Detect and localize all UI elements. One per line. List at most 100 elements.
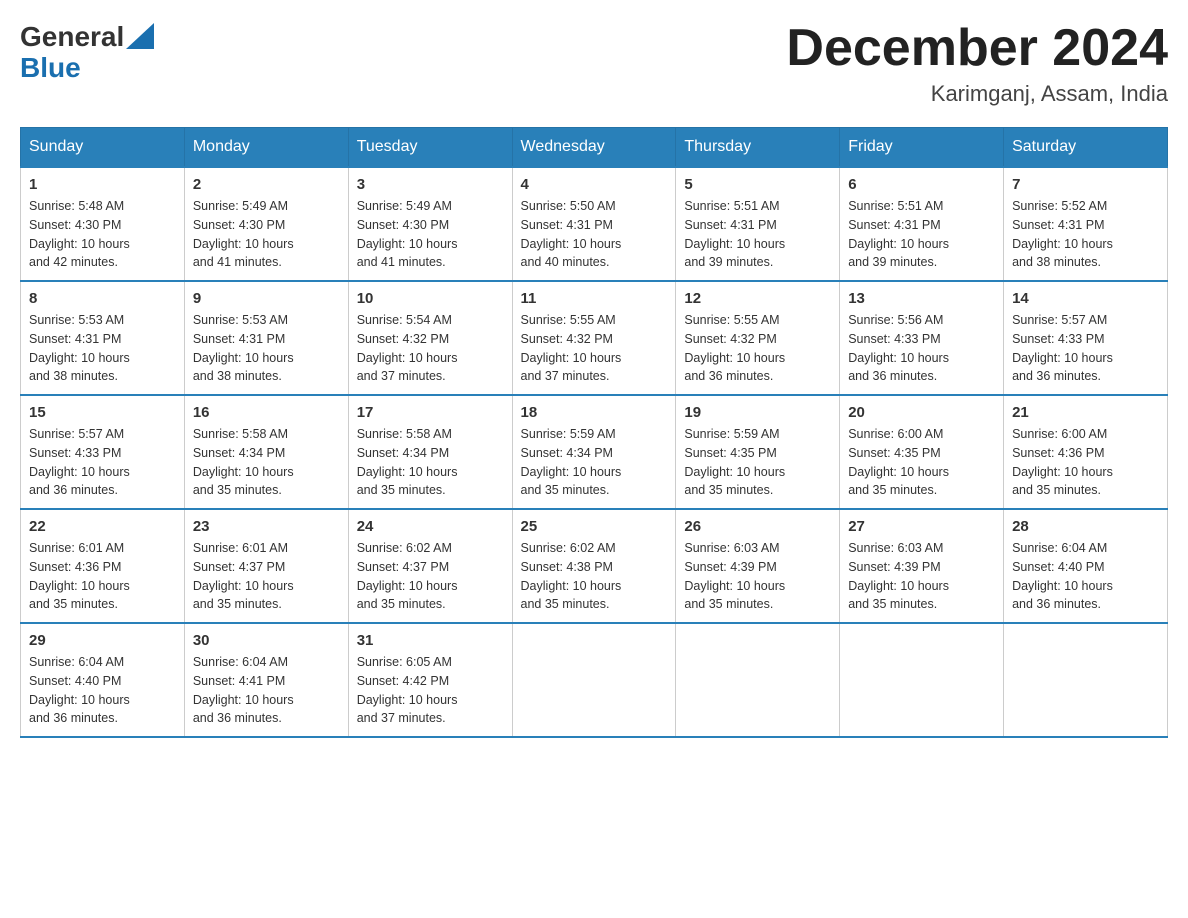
calendar-cell xyxy=(676,623,840,737)
week-row-4: 22 Sunrise: 6:01 AMSunset: 4:36 PMDaylig… xyxy=(21,509,1168,623)
calendar-cell: 27 Sunrise: 6:03 AMSunset: 4:39 PMDaylig… xyxy=(840,509,1004,623)
calendar-cell: 13 Sunrise: 5:56 AMSunset: 4:33 PMDaylig… xyxy=(840,281,1004,395)
title-area: December 2024 Karimganj, Assam, India xyxy=(786,20,1168,107)
day-info: Sunrise: 6:00 AMSunset: 4:35 PMDaylight:… xyxy=(848,427,949,497)
day-info: Sunrise: 5:53 AMSunset: 4:31 PMDaylight:… xyxy=(29,313,130,383)
day-info: Sunrise: 5:50 AMSunset: 4:31 PMDaylight:… xyxy=(521,199,622,269)
calendar-cell: 8 Sunrise: 5:53 AMSunset: 4:31 PMDayligh… xyxy=(21,281,185,395)
day-number: 27 xyxy=(848,518,995,535)
day-number: 7 xyxy=(1012,176,1159,193)
calendar-cell: 25 Sunrise: 6:02 AMSunset: 4:38 PMDaylig… xyxy=(512,509,676,623)
day-number: 23 xyxy=(193,518,340,535)
day-info: Sunrise: 5:58 AMSunset: 4:34 PMDaylight:… xyxy=(193,427,294,497)
day-number: 31 xyxy=(357,632,504,649)
day-info: Sunrise: 6:05 AMSunset: 4:42 PMDaylight:… xyxy=(357,655,458,725)
calendar-cell xyxy=(512,623,676,737)
day-info: Sunrise: 5:49 AMSunset: 4:30 PMDaylight:… xyxy=(357,199,458,269)
day-number: 1 xyxy=(29,176,176,193)
location-title: Karimganj, Assam, India xyxy=(786,81,1168,107)
day-number: 9 xyxy=(193,290,340,307)
month-title: December 2024 xyxy=(786,20,1168,77)
day-info: Sunrise: 5:59 AMSunset: 4:34 PMDaylight:… xyxy=(521,427,622,497)
calendar-cell: 15 Sunrise: 5:57 AMSunset: 4:33 PMDaylig… xyxy=(21,395,185,509)
header-monday: Monday xyxy=(184,128,348,168)
day-number: 14 xyxy=(1012,290,1159,307)
day-info: Sunrise: 6:03 AMSunset: 4:39 PMDaylight:… xyxy=(848,541,949,611)
day-info: Sunrise: 5:51 AMSunset: 4:31 PMDaylight:… xyxy=(684,199,785,269)
calendar-cell: 17 Sunrise: 5:58 AMSunset: 4:34 PMDaylig… xyxy=(348,395,512,509)
calendar-cell xyxy=(1004,623,1168,737)
calendar-cell: 1 Sunrise: 5:48 AMSunset: 4:30 PMDayligh… xyxy=(21,167,185,281)
calendar-cell: 19 Sunrise: 5:59 AMSunset: 4:35 PMDaylig… xyxy=(676,395,840,509)
calendar-cell xyxy=(840,623,1004,737)
day-number: 29 xyxy=(29,632,176,649)
day-info: Sunrise: 5:57 AMSunset: 4:33 PMDaylight:… xyxy=(1012,313,1113,383)
day-number: 15 xyxy=(29,404,176,421)
week-row-3: 15 Sunrise: 5:57 AMSunset: 4:33 PMDaylig… xyxy=(21,395,1168,509)
day-info: Sunrise: 6:02 AMSunset: 4:37 PMDaylight:… xyxy=(357,541,458,611)
day-info: Sunrise: 6:04 AMSunset: 4:41 PMDaylight:… xyxy=(193,655,294,725)
calendar-cell: 26 Sunrise: 6:03 AMSunset: 4:39 PMDaylig… xyxy=(676,509,840,623)
calendar-cell: 12 Sunrise: 5:55 AMSunset: 4:32 PMDaylig… xyxy=(676,281,840,395)
day-info: Sunrise: 6:03 AMSunset: 4:39 PMDaylight:… xyxy=(684,541,785,611)
day-number: 16 xyxy=(193,404,340,421)
header-thursday: Thursday xyxy=(676,128,840,168)
day-info: Sunrise: 5:49 AMSunset: 4:30 PMDaylight:… xyxy=(193,199,294,269)
week-row-5: 29 Sunrise: 6:04 AMSunset: 4:40 PMDaylig… xyxy=(21,623,1168,737)
day-number: 28 xyxy=(1012,518,1159,535)
day-number: 21 xyxy=(1012,404,1159,421)
calendar-cell: 7 Sunrise: 5:52 AMSunset: 4:31 PMDayligh… xyxy=(1004,167,1168,281)
header-wednesday: Wednesday xyxy=(512,128,676,168)
day-info: Sunrise: 5:57 AMSunset: 4:33 PMDaylight:… xyxy=(29,427,130,497)
day-number: 26 xyxy=(684,518,831,535)
header-saturday: Saturday xyxy=(1004,128,1168,168)
week-row-2: 8 Sunrise: 5:53 AMSunset: 4:31 PMDayligh… xyxy=(21,281,1168,395)
logo: General Blue xyxy=(20,20,154,84)
calendar-cell: 9 Sunrise: 5:53 AMSunset: 4:31 PMDayligh… xyxy=(184,281,348,395)
header-sunday: Sunday xyxy=(21,128,185,168)
week-row-1: 1 Sunrise: 5:48 AMSunset: 4:30 PMDayligh… xyxy=(21,167,1168,281)
day-info: Sunrise: 5:59 AMSunset: 4:35 PMDaylight:… xyxy=(684,427,785,497)
calendar-header-row: SundayMondayTuesdayWednesdayThursdayFrid… xyxy=(21,128,1168,168)
calendar-cell: 11 Sunrise: 5:55 AMSunset: 4:32 PMDaylig… xyxy=(512,281,676,395)
day-number: 13 xyxy=(848,290,995,307)
calendar-cell: 21 Sunrise: 6:00 AMSunset: 4:36 PMDaylig… xyxy=(1004,395,1168,509)
day-info: Sunrise: 5:48 AMSunset: 4:30 PMDaylight:… xyxy=(29,199,130,269)
day-info: Sunrise: 6:02 AMSunset: 4:38 PMDaylight:… xyxy=(521,541,622,611)
day-number: 12 xyxy=(684,290,831,307)
calendar-cell: 4 Sunrise: 5:50 AMSunset: 4:31 PMDayligh… xyxy=(512,167,676,281)
day-number: 3 xyxy=(357,176,504,193)
day-number: 22 xyxy=(29,518,176,535)
day-number: 19 xyxy=(684,404,831,421)
day-info: Sunrise: 5:55 AMSunset: 4:32 PMDaylight:… xyxy=(684,313,785,383)
day-number: 2 xyxy=(193,176,340,193)
day-number: 30 xyxy=(193,632,340,649)
page-header: General Blue December 2024 Karimganj, As… xyxy=(20,20,1168,107)
day-number: 17 xyxy=(357,404,504,421)
calendar-cell: 6 Sunrise: 5:51 AMSunset: 4:31 PMDayligh… xyxy=(840,167,1004,281)
day-info: Sunrise: 6:04 AMSunset: 4:40 PMDaylight:… xyxy=(29,655,130,725)
calendar-cell: 31 Sunrise: 6:05 AMSunset: 4:42 PMDaylig… xyxy=(348,623,512,737)
day-number: 4 xyxy=(521,176,668,193)
day-info: Sunrise: 6:00 AMSunset: 4:36 PMDaylight:… xyxy=(1012,427,1113,497)
day-info: Sunrise: 6:04 AMSunset: 4:40 PMDaylight:… xyxy=(1012,541,1113,611)
day-number: 20 xyxy=(848,404,995,421)
logo-general-text: General xyxy=(20,21,124,52)
day-number: 11 xyxy=(521,290,668,307)
day-info: Sunrise: 5:58 AMSunset: 4:34 PMDaylight:… xyxy=(357,427,458,497)
header-friday: Friday xyxy=(840,128,1004,168)
calendar-cell: 3 Sunrise: 5:49 AMSunset: 4:30 PMDayligh… xyxy=(348,167,512,281)
day-number: 10 xyxy=(357,290,504,307)
calendar-cell: 22 Sunrise: 6:01 AMSunset: 4:36 PMDaylig… xyxy=(21,509,185,623)
day-info: Sunrise: 6:01 AMSunset: 4:36 PMDaylight:… xyxy=(29,541,130,611)
logo-triangle-icon xyxy=(126,23,154,49)
calendar-cell: 28 Sunrise: 6:04 AMSunset: 4:40 PMDaylig… xyxy=(1004,509,1168,623)
calendar-cell: 30 Sunrise: 6:04 AMSunset: 4:41 PMDaylig… xyxy=(184,623,348,737)
day-number: 5 xyxy=(684,176,831,193)
day-info: Sunrise: 5:56 AMSunset: 4:33 PMDaylight:… xyxy=(848,313,949,383)
day-info: Sunrise: 5:53 AMSunset: 4:31 PMDaylight:… xyxy=(193,313,294,383)
calendar-cell: 18 Sunrise: 5:59 AMSunset: 4:34 PMDaylig… xyxy=(512,395,676,509)
calendar-cell: 29 Sunrise: 6:04 AMSunset: 4:40 PMDaylig… xyxy=(21,623,185,737)
calendar-cell: 14 Sunrise: 5:57 AMSunset: 4:33 PMDaylig… xyxy=(1004,281,1168,395)
day-number: 25 xyxy=(521,518,668,535)
